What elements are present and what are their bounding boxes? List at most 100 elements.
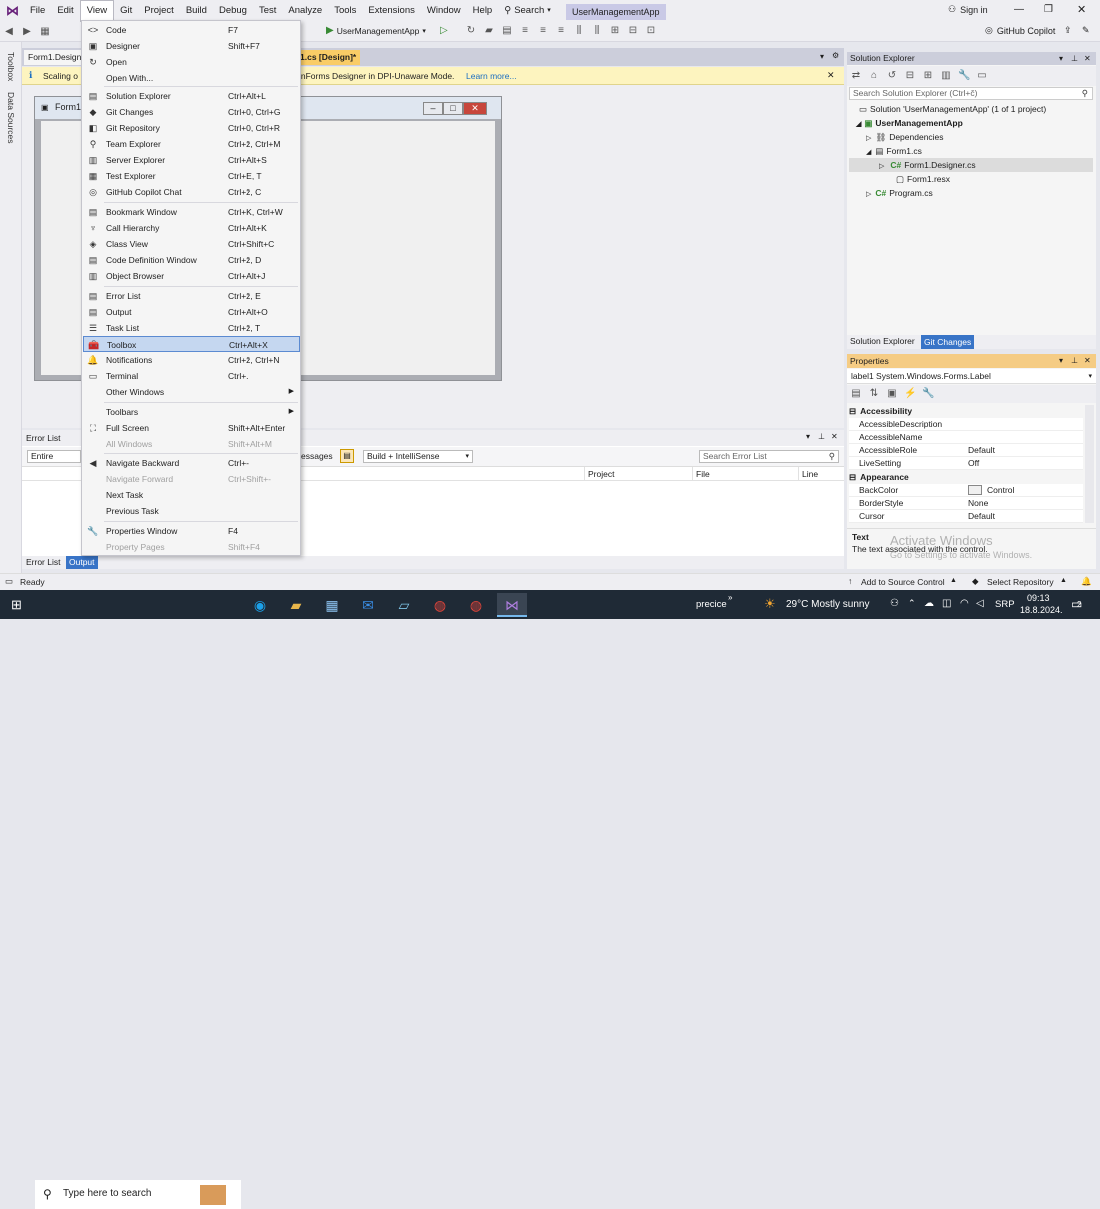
- property-row[interactable]: AccessibleDescription: [849, 418, 1083, 431]
- chevron-up-icon[interactable]: ⌃: [908, 598, 916, 609]
- search-menu[interactable]: ⚲ Search ▾: [498, 0, 557, 22]
- view-menu-item-navigate-forward[interactable]: Navigate Forward Ctrl+Shift+-: [83, 471, 300, 487]
- select-repository[interactable]: Select Repository: [987, 577, 1054, 587]
- column-line[interactable]: Line: [798, 467, 820, 481]
- back-icon[interactable]: ◀: [3, 26, 15, 38]
- people-icon[interactable]: ⚇: [890, 598, 899, 609]
- tab-error-list[interactable]: Error List: [26, 557, 60, 567]
- close-icon[interactable]: ✕: [831, 432, 838, 441]
- view-menu-item-open-with[interactable]: Open With...: [83, 70, 300, 86]
- show-all-icon[interactable]: ⊞: [922, 70, 934, 82]
- view-menu-item-previous-task[interactable]: Previous Task: [83, 503, 300, 519]
- dropdown-icon[interactable]: ▾: [1059, 354, 1063, 368]
- bell-icon[interactable]: 🔔: [1081, 576, 1092, 587]
- view-menu-item-designer[interactable]: ▣ Designer Shift+F7: [83, 38, 300, 54]
- chrome-icon[interactable]: ◍: [461, 593, 491, 617]
- pin-icon[interactable]: ⊥: [1071, 354, 1078, 368]
- align-right-icon[interactable]: ≡: [555, 25, 567, 37]
- history-icon[interactable]: ↺: [886, 70, 898, 82]
- tab-dropdown-icon[interactable]: ▾: [820, 52, 824, 61]
- view-menu-item-object-browser[interactable]: ▥ Object Browser Ctrl+Alt+J: [83, 268, 300, 284]
- categorized-icon[interactable]: ▤: [850, 388, 862, 400]
- sync-icon[interactable]: ⇄: [850, 70, 862, 82]
- windows-start-icon[interactable]: ⊞: [11, 597, 22, 613]
- category-appearance[interactable]: ⊟ Appearance: [849, 471, 1083, 484]
- menu-project[interactable]: Project: [138, 0, 180, 22]
- build-filter-select[interactable]: Build + IntelliSense ▾: [363, 450, 473, 463]
- view-menu-item-git-repository[interactable]: ◧ Git Repository Ctrl+0, Ctrl+R: [83, 120, 300, 136]
- center-icon[interactable]: ⊡: [645, 25, 657, 37]
- properties-icon[interactable]: ▣: [886, 388, 898, 400]
- menu-help[interactable]: Help: [467, 0, 499, 22]
- property-row[interactable]: AccessibleName: [849, 431, 1083, 444]
- form-close-button[interactable]: ✕: [463, 102, 487, 115]
- wifi-icon[interactable]: ◠: [960, 598, 969, 609]
- file-explorer-icon[interactable]: ▰: [281, 593, 311, 617]
- tab-git-changes[interactable]: Git Changes: [921, 335, 975, 349]
- menu-edit[interactable]: Edit: [51, 0, 79, 22]
- view-menu-item-code[interactable]: <> Code F7: [83, 22, 300, 38]
- new-item-icon[interactable]: ▦: [39, 26, 51, 38]
- menu-view[interactable]: View: [79, 0, 115, 22]
- spacing-icon[interactable]: ⊟: [627, 25, 639, 37]
- view-menu-item-error-list[interactable]: ▤ Error List Ctrl+ž, E: [83, 288, 300, 304]
- property-row[interactable]: Cursor Default: [849, 510, 1083, 523]
- align-left-icon[interactable]: ≡: [519, 25, 531, 37]
- data-sources-tab[interactable]: Data Sources: [6, 92, 16, 144]
- volume-icon[interactable]: ◁: [976, 598, 984, 609]
- add-to-source-control[interactable]: Add to Source Control: [861, 577, 945, 587]
- weather-text[interactable]: 29°C Mostly sunny: [786, 599, 869, 610]
- property-pages-icon[interactable]: 🔧: [922, 388, 934, 400]
- view-menu-item-server-explorer[interactable]: ▥ Server Explorer Ctrl+Alt+S: [83, 152, 300, 168]
- tab-solution-explorer[interactable]: Solution Explorer: [850, 336, 915, 346]
- view-menu-item-team-explorer[interactable]: ⚲ Team Explorer Ctrl+ž, Ctrl+M: [83, 136, 300, 152]
- property-row[interactable]: BackColor Control: [849, 484, 1083, 497]
- view-menu-item-test-explorer[interactable]: ▦ Test Explorer Ctrl+E, T: [83, 168, 300, 184]
- chrome-icon[interactable]: ◍: [425, 593, 455, 617]
- language-indicator[interactable]: SRP: [995, 599, 1015, 610]
- category-accessibility[interactable]: ⊟ Accessibility: [849, 405, 1083, 418]
- scope-select[interactable]: Entire Solutio: [27, 450, 81, 463]
- wrench-icon[interactable]: 🔧: [958, 70, 970, 82]
- alphabetical-icon[interactable]: ⇅: [868, 388, 880, 400]
- messages-filter[interactable]: essages: [301, 451, 333, 461]
- view-menu-item-git-changes[interactable]: ◆ Git Changes Ctrl+0, Ctrl+G: [83, 104, 300, 120]
- tree-dependencies[interactable]: ▷ ⛓ Dependencies: [866, 130, 944, 144]
- cloud-icon[interactable]: ☁: [924, 598, 934, 609]
- forward-icon[interactable]: ▶: [21, 26, 33, 38]
- object-selector[interactable]: label1 System.Windows.Forms.Label ▾: [847, 369, 1096, 384]
- view-menu-item-bookmark-window[interactable]: ▤ Bookmark Window Ctrl+K, Ctrl+W: [83, 204, 300, 220]
- view-menu-item-output[interactable]: ▤ Output Ctrl+Alt+O: [83, 304, 300, 320]
- view-menu-item-toolbox[interactable]: 🧰 Toolbox Ctrl+Alt+X: [83, 336, 300, 352]
- menu-git[interactable]: Git: [114, 0, 138, 22]
- tree-solution[interactable]: ▭ Solution 'UserManagementApp' (1 of 1 pr…: [859, 102, 1046, 116]
- network-icon[interactable]: ◫: [942, 598, 951, 609]
- visual-studio-icon[interactable]: ⋈: [497, 593, 527, 617]
- events-icon[interactable]: ⚡: [904, 388, 916, 400]
- view-menu-item-terminal[interactable]: ▭ Terminal Ctrl+.: [83, 368, 300, 384]
- view-menu-item-properties-window[interactable]: 🔧 Properties Window F4: [83, 523, 300, 539]
- edge-icon[interactable]: ◉: [245, 593, 275, 617]
- close-icon[interactable]: ✕: [827, 70, 835, 81]
- menu-test[interactable]: Test: [253, 0, 282, 22]
- property-row[interactable]: BorderStyle None: [849, 497, 1083, 510]
- clock-date[interactable]: 18.8.2024.: [1020, 605, 1063, 615]
- align-center-icon[interactable]: ≡: [537, 25, 549, 37]
- close-icon[interactable]: ✕: [1084, 52, 1091, 65]
- view-menu-item-property-pages[interactable]: Property Pages Shift+F4: [83, 539, 300, 555]
- pin-icon[interactable]: ⊥: [1071, 52, 1078, 65]
- size-icon[interactable]: ⊞: [609, 25, 621, 37]
- form-maximize-button[interactable]: □: [443, 102, 463, 115]
- sign-in-button[interactable]: ⚇ Sign in: [948, 4, 988, 15]
- view-menu-item-other-windows[interactable]: Other Windows ▶: [83, 384, 300, 400]
- form-minimize-button[interactable]: –: [423, 102, 443, 115]
- dropdown-icon[interactable]: ▾: [806, 432, 810, 441]
- layout-icon[interactable]: ▤: [501, 25, 513, 37]
- align-top-icon[interactable]: ⫼: [573, 25, 585, 37]
- store-icon[interactable]: ▦: [317, 593, 347, 617]
- message-icon[interactable]: ▤: [340, 449, 354, 463]
- view-menu-item-navigate-backward[interactable]: ◀ Navigate Backward Ctrl+-: [83, 455, 300, 471]
- toolbox-tab[interactable]: Toolbox: [6, 52, 16, 81]
- preview-icon[interactable]: ▭: [976, 70, 988, 82]
- minimize-button[interactable]: —: [1014, 4, 1024, 15]
